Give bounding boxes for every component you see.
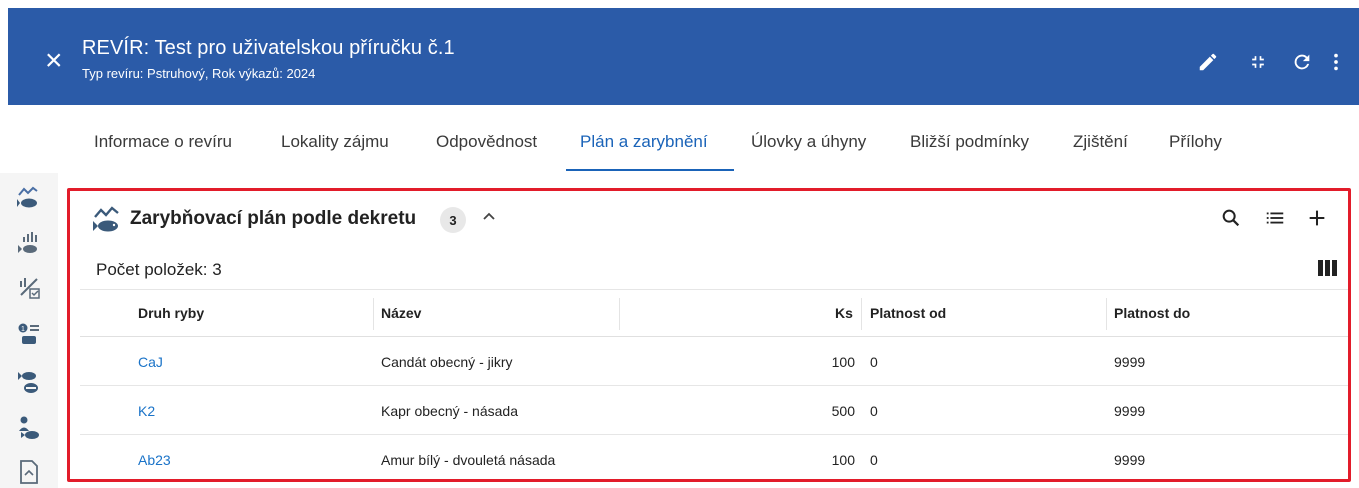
add-icon[interactable] (1304, 205, 1330, 231)
stocking-plan-panel: Zarybňovací plán podle dekretu 3 Počet p… (67, 188, 1351, 482)
page-title: REVÍR: Test pro uživatelskou příručku č.… (82, 37, 455, 59)
tab-bar: Informace o revíru Lokality zájmu Odpově… (0, 105, 1359, 173)
svg-text:1: 1 (21, 326, 25, 333)
column-divider (861, 298, 862, 330)
cell-platnost-do: 9999 (1114, 403, 1146, 419)
fish-bowl-icon[interactable] (16, 367, 42, 397)
tab-odpovednost[interactable]: Odpovědnost (436, 132, 537, 172)
collapse-icon[interactable] (1244, 48, 1272, 76)
cell-nazev: Amur bílý - dvouletá násada (381, 452, 556, 468)
panel-title: Zarybňovací plán podle dekretu (130, 208, 417, 229)
column-divider (619, 298, 620, 330)
column-header-platnost-do[interactable]: Platnost do (1114, 305, 1190, 321)
fish-plan-icon (92, 205, 122, 233)
cell-nazev: Kapr obecný - násada (381, 403, 518, 419)
refresh-icon[interactable] (1288, 48, 1316, 76)
column-header-nazev[interactable]: Název (381, 305, 421, 321)
page-subtitle: Typ revíru: Pstruhový, Rok výkazů: 2024 (82, 66, 316, 81)
column-header-ks[interactable]: Ks (835, 305, 853, 321)
active-tab-indicator (566, 169, 734, 171)
fisherman-icon[interactable] (16, 413, 42, 443)
tab-plan[interactable]: Plán a zarybnění (580, 132, 708, 172)
cell-druh-link[interactable]: K2 (138, 403, 155, 419)
close-icon[interactable]: × (45, 46, 63, 76)
search-icon[interactable] (1218, 205, 1244, 231)
table-row[interactable]: Ab23 Amur bílý - dvouletá násada 100 0 9… (80, 435, 1348, 484)
column-header-platnost-od[interactable]: Platnost od (870, 305, 946, 321)
cell-platnost-od: 0 (870, 403, 878, 419)
cell-platnost-od: 0 (870, 452, 878, 468)
column-divider (1106, 298, 1107, 330)
tab-zjisteni[interactable]: Zjištění (1073, 132, 1128, 172)
app-header: × REVÍR: Test pro uživatelskou příručku … (8, 8, 1359, 105)
left-sidebar: 1 (0, 173, 58, 488)
tab-blizsi-podminky[interactable]: Bližší podmínky (910, 132, 1029, 172)
tab-ulovky[interactable]: Úlovky a úhyny (751, 132, 866, 172)
column-picker-icon[interactable] (1318, 260, 1338, 276)
cell-ks: 100 (831, 452, 855, 468)
more-vert-icon[interactable] (1322, 48, 1350, 76)
cell-ks: 500 (831, 403, 855, 419)
edit-icon[interactable] (1194, 48, 1222, 76)
list-icon[interactable] (1262, 205, 1288, 231)
document-icon[interactable] (16, 457, 42, 487)
cell-druh-link[interactable]: CaJ (138, 354, 163, 370)
items-count: Počet položek: 3 (96, 260, 222, 279)
ranking-icon[interactable]: 1 (16, 319, 42, 349)
chevron-up-icon[interactable] (482, 209, 496, 226)
column-header-druh[interactable]: Druh ryby (138, 305, 204, 321)
column-divider (373, 298, 374, 330)
cell-platnost-do: 9999 (1114, 354, 1146, 370)
cell-ks: 100 (831, 354, 855, 370)
cell-druh-link[interactable]: Ab23 (138, 452, 171, 468)
percent-check-icon[interactable] (16, 273, 42, 303)
table-header: Druh ryby Název Ks Platnost od Platnost … (80, 289, 1348, 337)
count-badge: 3 (440, 207, 466, 233)
tab-informace[interactable]: Informace o revíru (94, 132, 232, 172)
fish-stats-icon[interactable] (16, 229, 42, 259)
fish-plan-icon[interactable] (16, 183, 42, 213)
cell-platnost-do: 9999 (1114, 452, 1146, 468)
stocking-plan-table: Druh ryby Název Ks Platnost od Platnost … (80, 289, 1348, 484)
tab-prilohy[interactable]: Přílohy (1169, 132, 1222, 172)
table-row[interactable]: K2 Kapr obecný - násada 500 0 9999 (80, 386, 1348, 435)
table-row[interactable]: CaJ Candát obecný - jikry 100 0 9999 (80, 337, 1348, 386)
tab-lokality[interactable]: Lokality zájmu (281, 132, 389, 172)
cell-nazev: Candát obecný - jikry (381, 354, 513, 370)
cell-platnost-od: 0 (870, 354, 878, 370)
